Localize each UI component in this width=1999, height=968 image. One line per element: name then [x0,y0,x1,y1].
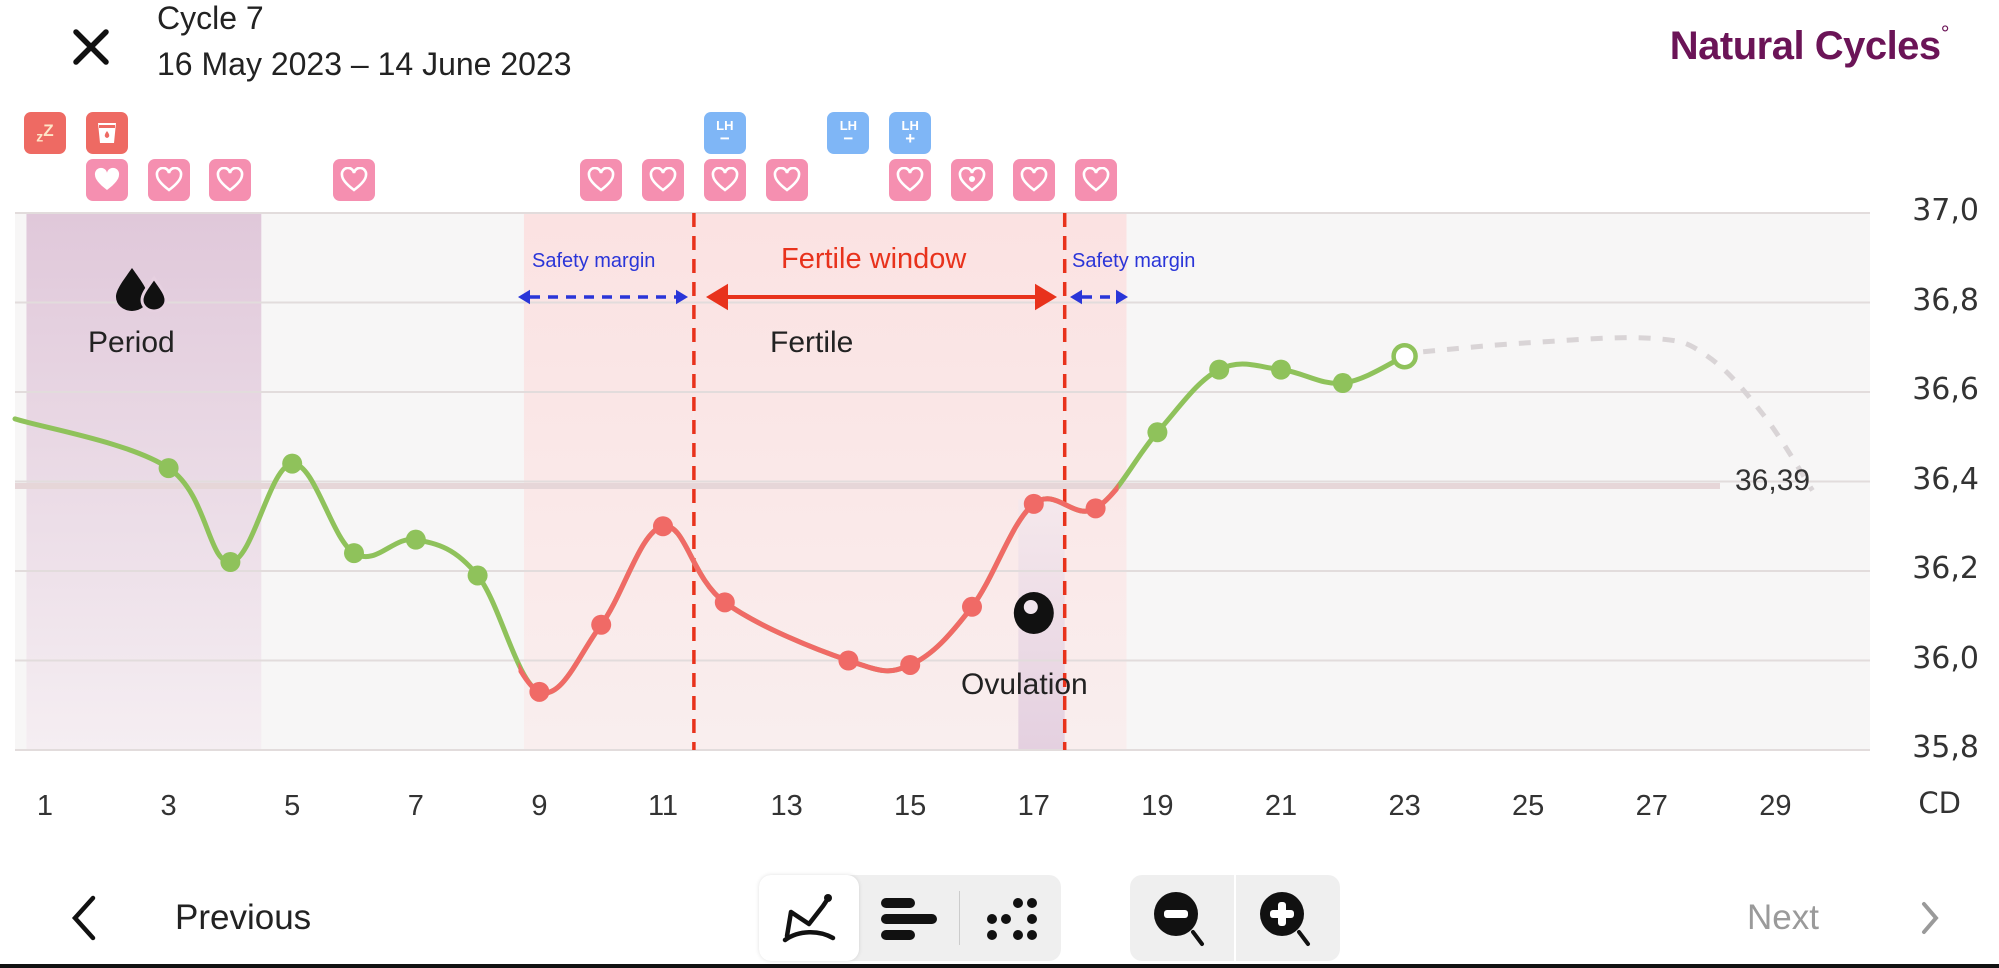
chevron-right-icon [1922,902,1939,934]
data-point-day-20 [1209,359,1230,380]
fertile-window-label: Fertile window [781,243,967,275]
x-axis-label: CD [1918,786,1961,820]
ovulation-egg-highlight [1023,600,1038,614]
data-point-day-10 [591,614,612,635]
cup-icon[interactable] [85,112,128,154]
x-tick-label: 19 [1141,790,1174,822]
x-tick-label: 29 [1759,790,1792,822]
data-point-day-19 [1147,422,1168,443]
y-tick-label: 36,2 [1912,551,1979,586]
lh-negative-icon[interactable]: LH − [703,112,746,154]
zoom-out-button[interactable] [1130,875,1230,961]
zoom-in-button[interactable] [1236,875,1336,961]
data-point-day-12 [714,592,735,613]
zoom-controls [1130,875,1340,961]
previous-label: Previous [175,898,312,937]
ovulation-label: Ovulation [961,668,1088,701]
data-point-day-22 [1332,373,1353,394]
graph-icon [782,894,836,943]
data-point-day-6 [344,543,364,564]
zoom-out-icon [1154,892,1204,946]
heart-filled-icon[interactable] [85,159,128,201]
heart-outline-icon[interactable] [1012,159,1055,201]
dots-icon [987,898,1037,940]
data-point-day-9 [529,681,550,702]
heart-outline-icon[interactable] [147,159,190,201]
dots-view-button[interactable] [961,875,1061,961]
sleep-icon[interactable]: zZ [24,112,66,154]
x-tick-label: 3 [160,790,177,822]
y-tick-label: 37,0 [1912,193,1979,228]
heart-outline-icon[interactable] [765,159,808,201]
list-icon [881,898,937,940]
y-tick-label: 36,0 [1912,640,1979,676]
x-tick-label: 9 [531,790,548,822]
x-tick-label: 13 [770,790,803,822]
heart-outline-icon[interactable] [703,159,746,201]
heart-outline-icon[interactable] [333,159,375,201]
x-tick-label: 23 [1388,790,1421,822]
period-drops-icon [112,264,170,317]
heart-outline-icon[interactable] [580,159,623,201]
x-tick-label: 25 [1512,790,1545,822]
lh-positive-icon[interactable]: LH + [889,112,932,154]
data-point-day-17 [1023,493,1044,514]
data-point-day-4 [220,552,241,573]
data-point-day-23 [1391,342,1418,370]
next-label: Next [1747,898,1819,937]
heart-protected-icon[interactable] [951,159,993,201]
safety-margin-right-label: Safety margin [1072,250,1196,272]
ovulation-marker [1013,592,1054,634]
x-tick-label: 15 [894,790,927,822]
data-point-day-14 [838,650,859,671]
y-tick-label: 35,8 [1912,730,1979,765]
list-view-button[interactable] [859,875,959,961]
zoom-in-icon [1260,892,1310,946]
data-point-day-3 [158,458,179,479]
data-point-day-15 [900,654,921,675]
data-point-day-16 [962,596,982,617]
previous-button[interactable]: Previous [65,890,311,946]
x-tick-label: 17 [1017,790,1050,822]
chevron-left-icon [71,895,96,941]
data-point-day-18 [1085,498,1106,519]
data-point-day-8 [467,565,488,586]
graph-view-button[interactable] [759,875,859,961]
x-tick-label: 27 [1635,790,1668,822]
x-tick-label: 1 [36,790,54,822]
next-button[interactable]: Next [1747,890,1944,946]
y-tick-label: 36,6 [1912,372,1979,407]
fertile-label: Fertile [770,326,854,359]
x-tick-label: 5 [284,790,301,822]
data-point-day-5 [282,453,303,474]
x-tick-label: 21 [1264,790,1298,822]
x-tick-label: 7 [407,790,424,822]
heart-outline-icon[interactable] [889,159,932,201]
data-point-day-11 [653,516,673,537]
safety-margin-left-label: Safety margin [532,250,656,272]
view-mode-switcher [759,875,1061,961]
lh-negative-icon[interactable]: LH − [827,112,870,154]
cover-line-value: 36,39 [1735,464,1811,497]
heart-outline-icon[interactable] [209,159,252,201]
view-divider [959,891,960,945]
data-point-day-21 [1271,359,1291,380]
y-tick-label: 36,8 [1912,282,1979,318]
y-tick-label: 36,4 [1912,461,1979,497]
data-point-day-7 [405,529,426,550]
period-label: Period [88,326,175,359]
bottom-edge [0,964,1999,968]
heart-outline-icon[interactable] [642,159,684,201]
x-tick-label: 11 [647,790,679,822]
heart-outline-icon[interactable] [1074,159,1117,201]
